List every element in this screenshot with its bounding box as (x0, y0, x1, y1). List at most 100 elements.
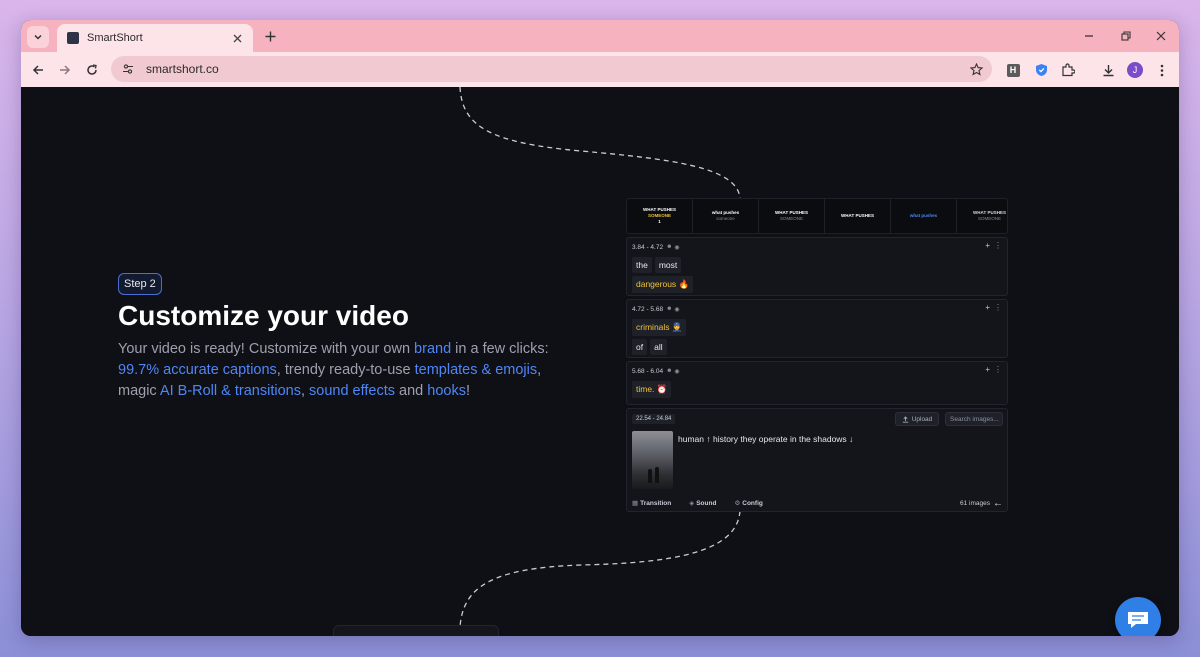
caption-segment[interactable]: 5.68 - 6.04 ☻ ◉ + ⋮ time. ⏰ (626, 361, 1008, 405)
thumb-line: 1 (658, 219, 661, 224)
desc-text: ! (465, 383, 470, 399)
thumb-line: SOMEONE (977, 216, 1001, 221)
minimize-icon (1085, 35, 1093, 37)
caption-segment[interactable]: 4.72 - 5.68 ☻ ◉ + ⋮ criminals 👮 of all (626, 299, 1008, 358)
back-button[interactable] (28, 60, 48, 80)
plus-icon (265, 31, 275, 41)
caption-word[interactable]: time. ⏰ (632, 381, 672, 398)
transition-button[interactable]: ▦ Transition (632, 499, 680, 507)
restore-icon (1121, 31, 1131, 41)
template-thumbnails: WHAT PUSHES SOMEONE 1 what pushes someone W… (626, 198, 1008, 234)
config-label: Config (742, 500, 763, 507)
emoji-icon[interactable]: ☻ (666, 306, 672, 312)
browser-menu-button[interactable] (1152, 60, 1172, 80)
segment-more-button[interactable]: ⋮ (994, 365, 1002, 374)
image-count: 61 images (960, 500, 990, 507)
favicon-icon (67, 32, 79, 44)
template-thumbnail[interactable]: WHAT PUSHES (825, 199, 891, 233)
caption-word[interactable]: dangerous 🔥 (632, 276, 694, 293)
tab-title: SmartShort (87, 32, 143, 44)
upload-icon (902, 415, 908, 423)
brand-highlight: brand (414, 341, 452, 357)
transition-label: Transition (640, 500, 672, 507)
chevron-down-icon (34, 34, 42, 40)
tab-search-button[interactable] (27, 26, 49, 48)
segment-more-button[interactable]: ⋮ (994, 241, 1002, 250)
arrow-right-icon (60, 65, 71, 75)
close-window-button[interactable] (1153, 28, 1169, 44)
template-thumbnail[interactable]: what pushes someone (693, 199, 759, 233)
h-extension-icon: H (1006, 63, 1020, 77)
caption-word[interactable]: criminals 👮 (632, 319, 687, 336)
template-thumbnail[interactable]: WHAT PUSHES SOMEONE (957, 199, 1007, 233)
templates-highlight: templates & emojis (414, 362, 538, 378)
add-segment-button[interactable]: + (985, 241, 990, 250)
next-step-card (333, 625, 499, 636)
arrow-left-icon[interactable]: ← (993, 498, 1003, 509)
new-tab-button[interactable] (261, 27, 279, 45)
site-info-button[interactable] (119, 60, 137, 78)
broll-highlight: AI B-Roll & transitions (159, 383, 301, 399)
caption-segment[interactable]: 3.84 - 4.72 ☻ ◉ + ⋮ the most dangerous 🔥 (626, 237, 1008, 296)
sound-icon: ◈ (689, 500, 695, 507)
tab-close-button[interactable] (229, 30, 245, 46)
add-segment-button[interactable]: + (985, 365, 990, 374)
caption-word[interactable]: most (654, 257, 682, 273)
caption-word[interactable]: of (632, 339, 648, 355)
segment-time: 4.72 - 5.68 (632, 305, 664, 313)
broll-segment[interactable]: 22.54 - 24.84 Upload Search images... hu… (626, 408, 1008, 512)
emoji-icon[interactable]: ☻ (666, 244, 672, 250)
url-text: smartshort.co (146, 62, 219, 76)
broll-image[interactable] (632, 431, 673, 489)
add-segment-button[interactable]: + (985, 303, 990, 312)
forward-button[interactable] (55, 60, 75, 80)
config-button[interactable]: ⚙ Config (734, 499, 771, 507)
eye-icon[interactable]: ◉ (674, 244, 679, 251)
thumb-line: SOMEONE (779, 216, 803, 221)
close-icon (233, 34, 241, 42)
eye-icon[interactable]: ◉ (674, 368, 679, 375)
desc-text: , (300, 383, 310, 399)
segment-more-button[interactable]: ⋮ (994, 303, 1002, 312)
thumb-line: WHAT PUSHES (841, 213, 874, 218)
extensions-button[interactable] (1058, 60, 1078, 80)
restore-button[interactable] (1118, 28, 1134, 44)
search-images-input[interactable]: Search images... (945, 412, 1003, 426)
broll-caption-text: human ↑ history they operate in the shad… (678, 434, 854, 444)
template-thumbnail[interactable]: WHAT PUSHES SOMEONE 1 (627, 199, 693, 233)
shield-icon (1035, 64, 1047, 76)
eye-icon[interactable]: ◉ (674, 306, 679, 313)
transition-icon: ▦ (632, 500, 639, 507)
puzzle-icon (1062, 63, 1075, 77)
reload-icon (87, 64, 97, 75)
kebab-menu-icon (1160, 64, 1164, 76)
extension-shield-button[interactable] (1031, 60, 1051, 80)
emoji-icon[interactable]: ☻ (666, 368, 672, 374)
hooks-highlight: hooks (427, 383, 466, 399)
profile-button[interactable]: J (1125, 60, 1145, 80)
upload-button[interactable]: Upload (895, 412, 939, 426)
sound-label: Sound (696, 500, 717, 507)
chat-widget-button[interactable] (1115, 597, 1161, 636)
figure-silhouette (655, 467, 659, 483)
thumb-line: someone (716, 216, 735, 221)
extension-h-button[interactable]: H (1003, 60, 1023, 80)
broll-time: 22.54 - 24.84 (632, 414, 676, 424)
bookmark-button[interactable] (966, 59, 986, 79)
caption-word[interactable]: all (650, 339, 667, 355)
tab-smartshort[interactable]: SmartShort (57, 24, 253, 52)
template-thumbnail[interactable]: WHAT PUSHES SOMEONE (759, 199, 825, 233)
segment-time: 5.68 - 6.04 (632, 367, 664, 375)
caption-word[interactable]: the (632, 257, 652, 273)
step-badge: Step 2 (118, 273, 162, 295)
downloads-button[interactable] (1098, 60, 1118, 80)
sound-button[interactable]: ◈ Sound (689, 499, 725, 507)
tab-bar: SmartShort (21, 20, 1179, 52)
address-bar[interactable]: smartshort.co (111, 56, 992, 82)
page-title: Customize your video (118, 300, 409, 331)
template-thumbnail[interactable]: what pushes (891, 199, 957, 233)
desc-text: Your video is ready! Customize with your… (118, 341, 415, 357)
reload-button[interactable] (82, 60, 102, 80)
minimize-button[interactable] (1081, 28, 1097, 44)
desc-text: and (395, 383, 428, 399)
